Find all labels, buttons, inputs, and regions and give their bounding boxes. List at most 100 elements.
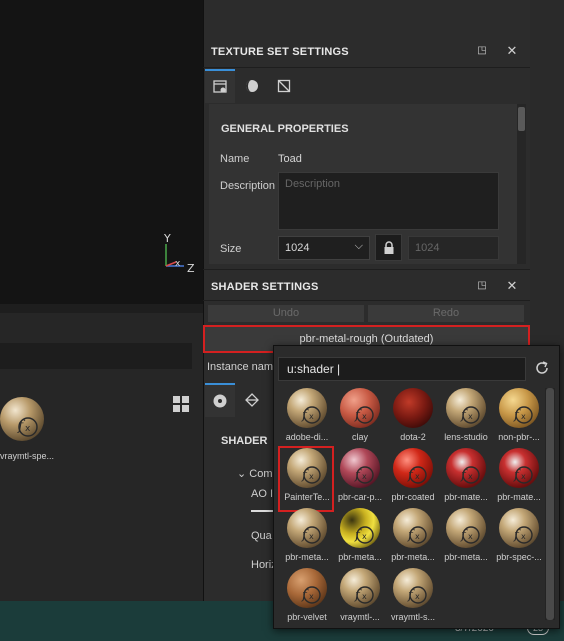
shader-sub-item-1-label: Com (249, 468, 273, 480)
close-icon[interactable]: ✕ (505, 44, 519, 58)
shader-item[interactable]: f x clay (333, 388, 385, 450)
grid-view-icon[interactable] (172, 395, 190, 413)
refresh-button[interactable] (531, 357, 553, 379)
fx-icon: fx (513, 466, 533, 484)
tab-shader-params[interactable] (205, 383, 235, 417)
texture-set-tabs (203, 69, 530, 103)
general-properties-title: GENERAL PROPERTIES (221, 123, 349, 135)
svg-text:x: x (468, 532, 473, 541)
redo-button[interactable]: Redo (368, 305, 524, 322)
description-field[interactable]: Description (278, 172, 499, 230)
shader-item-label: pbr-meta... (391, 552, 435, 562)
svg-text:f: f (301, 408, 309, 423)
shader-item-label: pbr-mate... (444, 492, 488, 502)
popup-scroll-thumb[interactable] (546, 388, 554, 620)
name-label: Name (220, 153, 250, 165)
shader-settings-header: SHADER SETTINGS ◳ ✕ (203, 269, 530, 301)
shader-item[interactable]: f x vraymtl-... (333, 568, 385, 630)
texture-set-scrollbar[interactable] (517, 104, 526, 264)
fx-icon: fx (354, 526, 374, 544)
shader-item[interactable]: f x adobe-di... (280, 388, 332, 450)
sphere-icon (246, 80, 258, 92)
shelf-panel: f x vraymtl-spe... (0, 304, 203, 601)
svg-text:f: f (301, 588, 309, 603)
uv-icon (277, 79, 291, 93)
fx-icon: fx (354, 586, 374, 604)
shader-item[interactable]: f x vraymtl-s... (386, 568, 438, 630)
shader-item[interactable]: dota-2 (386, 388, 438, 450)
shader-item[interactable]: f x pbr-spec-... (492, 508, 544, 570)
svg-text:x: x (309, 592, 314, 601)
tab-uv[interactable] (269, 69, 299, 103)
size-select[interactable]: 1024 ⌵ (278, 236, 370, 260)
shader-item-label: PainterTe... (284, 492, 330, 502)
shader-item[interactable]: f x pbr-velvet (280, 568, 332, 630)
shader-sub-item-2: AO I (251, 488, 273, 500)
texture-set-title: TEXTURE SET SETTINGS (211, 46, 349, 58)
shader-item-label: pbr-velvet (287, 612, 327, 622)
popup-scrollbar[interactable] (545, 388, 555, 620)
svg-text:x: x (521, 412, 526, 421)
tab-general[interactable] (205, 69, 235, 103)
lock-button[interactable] (375, 234, 402, 261)
svg-text:x: x (521, 532, 526, 541)
shader-item-label: adobe-di... (285, 432, 329, 442)
fx-icon: fx (301, 466, 321, 484)
shader-search-input[interactable] (278, 357, 526, 381)
shader-item-label: pbr-mate... (497, 492, 541, 502)
name-value[interactable]: Toad (278, 153, 302, 165)
axis-z-label: Z (187, 262, 195, 275)
shader-item[interactable]: f x pbr-meta... (280, 508, 332, 570)
shader-item[interactable]: f x pbr-meta... (439, 508, 491, 570)
size-select-value: 1024 (285, 242, 310, 254)
svg-text:f: f (513, 468, 521, 483)
shader-item[interactable]: f x pbr-meta... (333, 508, 385, 570)
svg-text:x: x (362, 412, 367, 421)
popout-icon[interactable]: ◳ (475, 44, 489, 58)
slider-track[interactable] (251, 510, 273, 512)
shader-item[interactable]: f x pbr-mate... (492, 448, 544, 510)
svg-text:f: f (407, 588, 415, 603)
svg-text:x: x (362, 472, 367, 481)
shader-sub-item-3: Qua (251, 530, 272, 542)
svg-text:f: f (513, 408, 521, 423)
svg-text:f: f (301, 468, 309, 483)
svg-text:x: x (415, 472, 420, 481)
shelf-search-bar[interactable] (0, 343, 192, 369)
scroll-thumb[interactable] (518, 107, 525, 131)
size-linked-field: 1024 (408, 236, 499, 260)
fx-icon: fx (407, 466, 427, 484)
svg-text:f: f (460, 408, 468, 423)
shader-item-label: non-pbr-... (498, 432, 540, 442)
shader-item[interactable]: f x pbr-meta... (386, 508, 438, 570)
size-label: Size (220, 243, 242, 255)
close-icon[interactable]: ✕ (505, 279, 519, 293)
svg-text:x: x (415, 532, 420, 541)
texture-set-header: TEXTURE SET SETTINGS ◳ ✕ (203, 34, 530, 68)
shader-item[interactable]: f x pbr-coated (386, 448, 438, 510)
refresh-icon (536, 361, 548, 374)
fx-icon: fx (513, 406, 533, 424)
fx-icon: fx (354, 466, 374, 484)
3d-viewport[interactable]: Y x Z (0, 0, 203, 304)
shader-item[interactable]: f x PainterTe... (278, 446, 334, 512)
tab-shader-display[interactable] (237, 383, 267, 417)
shader-item[interactable]: f x pbr-mate... (439, 448, 491, 510)
fx-icon: f x (17, 417, 38, 437)
chevron-down-icon: ⌄ (237, 468, 247, 480)
fx-icon: fx (513, 526, 533, 544)
tab-material[interactable] (237, 69, 267, 103)
shader-item-label: pbr-coated (391, 492, 435, 502)
fx-icon: fx (301, 406, 321, 424)
shader-item[interactable]: f x non-pbr-... (492, 388, 544, 450)
settings-list-icon (213, 80, 227, 93)
fx-icon: fx (354, 406, 374, 424)
axis-y-label: Y (164, 232, 171, 245)
shader-item[interactable]: f x lens-studio (439, 388, 491, 450)
svg-text:x: x (309, 472, 314, 481)
popout-icon[interactable]: ◳ (475, 279, 489, 293)
shader-sub-item-1[interactable]: ⌄ Com (237, 467, 273, 480)
undo-button[interactable]: Undo (208, 305, 364, 322)
shader-item[interactable]: f x pbr-car-p... (333, 448, 385, 510)
description-label: Description (220, 180, 276, 192)
